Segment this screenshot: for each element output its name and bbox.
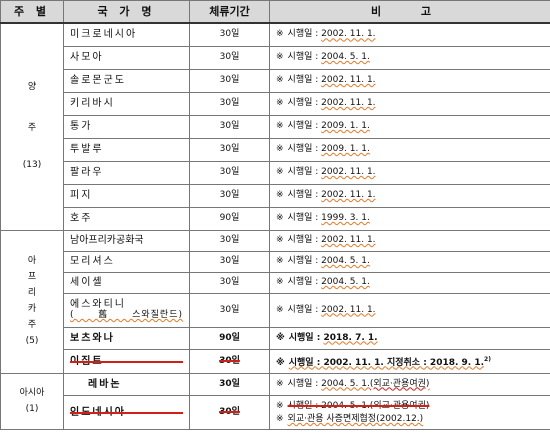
table-row: 세이셸 30일 ※ 시행일 : 2004. 5. 1.: [1, 271, 550, 294]
note-cell: ※ 시행일 : 2002. 11. 1.: [269, 292, 550, 328]
period-cell: 30일: [189, 91, 270, 116]
table-row: 솔로몬군도 30일 ※ 시행일 : 2002. 11. 1.: [1, 68, 550, 93]
table-row: 사모아 30일 ※ 시행일 : 2004. 5. 1.: [1, 45, 550, 70]
period-cell: 30일: [189, 114, 270, 139]
table-header-row: 주 별 국 가 명 체류기간 비 고: [0, 0, 550, 24]
table-row: 아 프 리 카 주 (5) 남아프리카공화국 30일 ※ 시행일 : 2002. …: [0, 229, 550, 374]
note-cell: ※ 시행일 : 2009. 1. 1.: [269, 137, 550, 162]
table-row: 양 주 (13) 미크로네시아 30일 ※ 시행일 : 2002. 11. 1.: [0, 22, 550, 231]
period-cell: 30일: [189, 394, 270, 430]
country-cell: 키리바시: [63, 91, 190, 116]
table-row: 인도네시아 30일 ※ 시행일 : 2004. 5. 1.(외교·관용여권) ※ 외…: [1, 394, 550, 430]
period-cell: 30일: [189, 183, 270, 208]
header-country: 국 가 명: [63, 0, 190, 24]
country-cell: 솔로몬군도: [63, 68, 190, 93]
country-cell: 이집트: [63, 348, 190, 374]
period-cell: 30일: [189, 271, 270, 294]
period-cell: 30일: [189, 160, 270, 185]
table-row: 투발루 30일 ※ 시행일 : 2009. 1. 1.: [1, 137, 550, 162]
table-row: 피지 30일 ※ 시행일 : 2002. 11. 1.: [1, 183, 550, 208]
period-cell: 30일: [189, 22, 270, 47]
table-row: 보츠와나 90일 ※ 시행일 : 2018. 7. 1.: [1, 326, 550, 350]
header-period: 체류기간: [189, 0, 270, 24]
note-cell: ※ 시행일 : 2002. 11. 1.: [269, 229, 550, 252]
note-cell: ※ 시행일 : 2004. 5. 1.(외교·관용여권): [269, 372, 550, 396]
table-row: 호주 90일 ※ 시행일 : 1999. 3. 1.: [1, 206, 550, 231]
note-cell: ※ 시행일 : 2002. 11. 1.: [269, 91, 550, 116]
period-cell: 30일: [189, 348, 270, 374]
table-row: 모리셔스 30일 ※ 시행일 : 2004. 5. 1.: [1, 250, 550, 273]
note-cell: ※ 시행일 : 2018. 7. 1.: [269, 326, 550, 350]
table-row: 키리바시 30일 ※ 시행일 : 2002. 11. 1.: [1, 91, 550, 116]
country-cell: 피지: [63, 183, 190, 208]
country-cell: 호주: [63, 206, 190, 231]
region-asia: 아시아 (1): [0, 372, 64, 430]
country-cell: 통가: [63, 114, 190, 139]
country-cell: 인도네시아: [63, 394, 190, 430]
period-cell: 30일: [189, 372, 270, 396]
note-cell: ※ 시행일 : 2002. 11. 1.: [269, 160, 550, 185]
country-cell: 세이셸: [63, 271, 190, 294]
note-cell: ※ 시행일 : 2004. 5. 1.(외교·관용여권) ※ 외교·관용 사증면제협…: [269, 394, 550, 430]
period-cell: 30일: [189, 45, 270, 70]
note-cell: ※ 시행일 : 2004. 5. 1.: [269, 45, 550, 70]
note-cell: ※ 시행일 : 2004. 5. 1.: [269, 271, 550, 294]
period-cell: 90일: [189, 206, 270, 231]
note-cell: ※ 시행일 : 1999. 3. 1.: [269, 206, 550, 231]
country-cell: 레바논: [63, 372, 190, 396]
table-row: 아시아 (1) 레바논 30일 ※ 시행일 : 2004. 5. 1.(외교·관용…: [0, 372, 550, 430]
region-oceania: 양 주 (13): [0, 22, 64, 231]
period-cell: 30일: [189, 137, 270, 162]
country-cell: 팔라우: [63, 160, 190, 185]
period-cell: 30일: [189, 250, 270, 273]
period-cell: 30일: [189, 229, 270, 252]
period-cell: 30일: [189, 68, 270, 93]
header-region: 주 별: [0, 0, 64, 24]
table-row: 팔라우 30일 ※ 시행일 : 2002. 11. 1.: [1, 160, 550, 185]
region-africa: 아 프 리 카 주 (5): [0, 229, 64, 374]
country-cell: 미크로네시아: [63, 22, 190, 47]
period-cell: 90일: [189, 326, 270, 350]
note-cell: ※ 시행일 : 2004. 5. 1.: [269, 250, 550, 273]
note-cell: ※ 시행일 : 2002. 11. 1.: [269, 22, 550, 47]
table-row: 이집트 30일 ※ 시행일 : 2002. 11. 1. 지정취소 : 2018.…: [1, 348, 550, 374]
period-cell: 30일: [189, 292, 270, 328]
country-cell: 사모아: [63, 45, 190, 70]
note-cell: ※ 시행일 : 2002. 11. 1. 지정취소 : 2018. 9. 1.2): [269, 348, 550, 374]
visa-exemption-table: 주 별 국 가 명 체류기간 비 고 양 주 (13) 미크로네시아 30일 ※…: [0, 0, 550, 430]
table-row: 통가 30일 ※ 시행일 : 2009. 1. 1.: [1, 114, 550, 139]
country-cell: 보츠와나: [63, 326, 190, 350]
note-cell: ※ 시행일 : 2002. 11. 1.: [269, 183, 550, 208]
note-cell: ※ 시행일 : 2002. 11. 1.: [269, 68, 550, 93]
country-cell: 모리셔스: [63, 250, 190, 273]
header-note: 비 고: [269, 0, 550, 24]
table-row: 에스와티니 (舊스와질란드) 30일 ※ 시행일 : 2002. 11. 1.: [1, 292, 550, 328]
country-cell: 투발루: [63, 137, 190, 162]
note-cell: ※ 시행일 : 2009. 1. 1.: [269, 114, 550, 139]
country-cell: 에스와티니 (舊스와질란드): [63, 292, 190, 328]
country-cell: 남아프리카공화국: [63, 229, 190, 252]
